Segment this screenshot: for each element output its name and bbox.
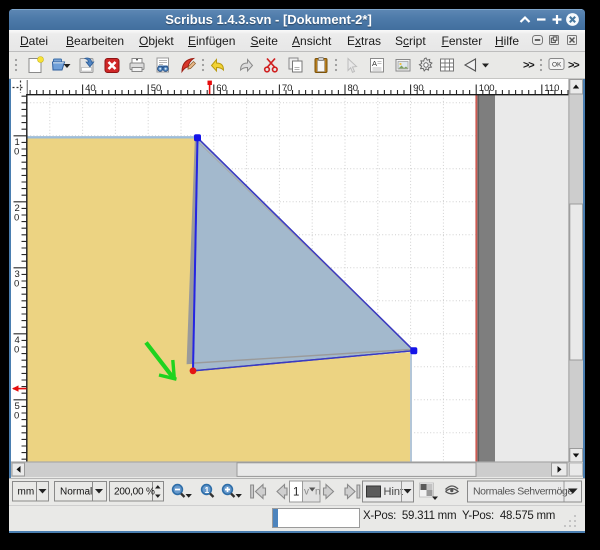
- svg-text:100: 100: [479, 83, 495, 94]
- svg-text:40: 40: [85, 83, 96, 94]
- svg-text:50: 50: [151, 83, 162, 94]
- svg-text:0: 0: [14, 146, 19, 157]
- svg-text:0: 0: [14, 278, 19, 289]
- svg-text:200,00 %: 200,00 %: [114, 487, 155, 498]
- svg-text:1: 1: [205, 485, 210, 495]
- svg-text:mm: mm: [18, 487, 35, 498]
- svg-text:Normales Sehvermöge: Normales Sehvermöge: [473, 486, 573, 498]
- svg-text:60: 60: [216, 83, 227, 94]
- svg-text:n: n: [315, 487, 321, 498]
- svg-text:v: v: [304, 487, 309, 498]
- svg-text:80: 80: [348, 83, 359, 94]
- svg-text:1: 1: [293, 487, 299, 499]
- svg-text:A: A: [372, 59, 377, 68]
- svg-text:90: 90: [413, 83, 424, 94]
- svg-text:0: 0: [14, 212, 19, 223]
- svg-text:70: 70: [282, 83, 293, 94]
- svg-text:0: 0: [14, 410, 19, 421]
- svg-text:Normal: Normal: [60, 487, 92, 498]
- svg-text:>>: >>: [523, 60, 534, 72]
- svg-text:>>: >>: [568, 60, 579, 72]
- svg-text:110: 110: [544, 83, 559, 94]
- svg-text:0: 0: [14, 344, 19, 355]
- svg-text:Hint: Hint: [384, 486, 404, 498]
- svg-text:OK: OK: [552, 62, 562, 69]
